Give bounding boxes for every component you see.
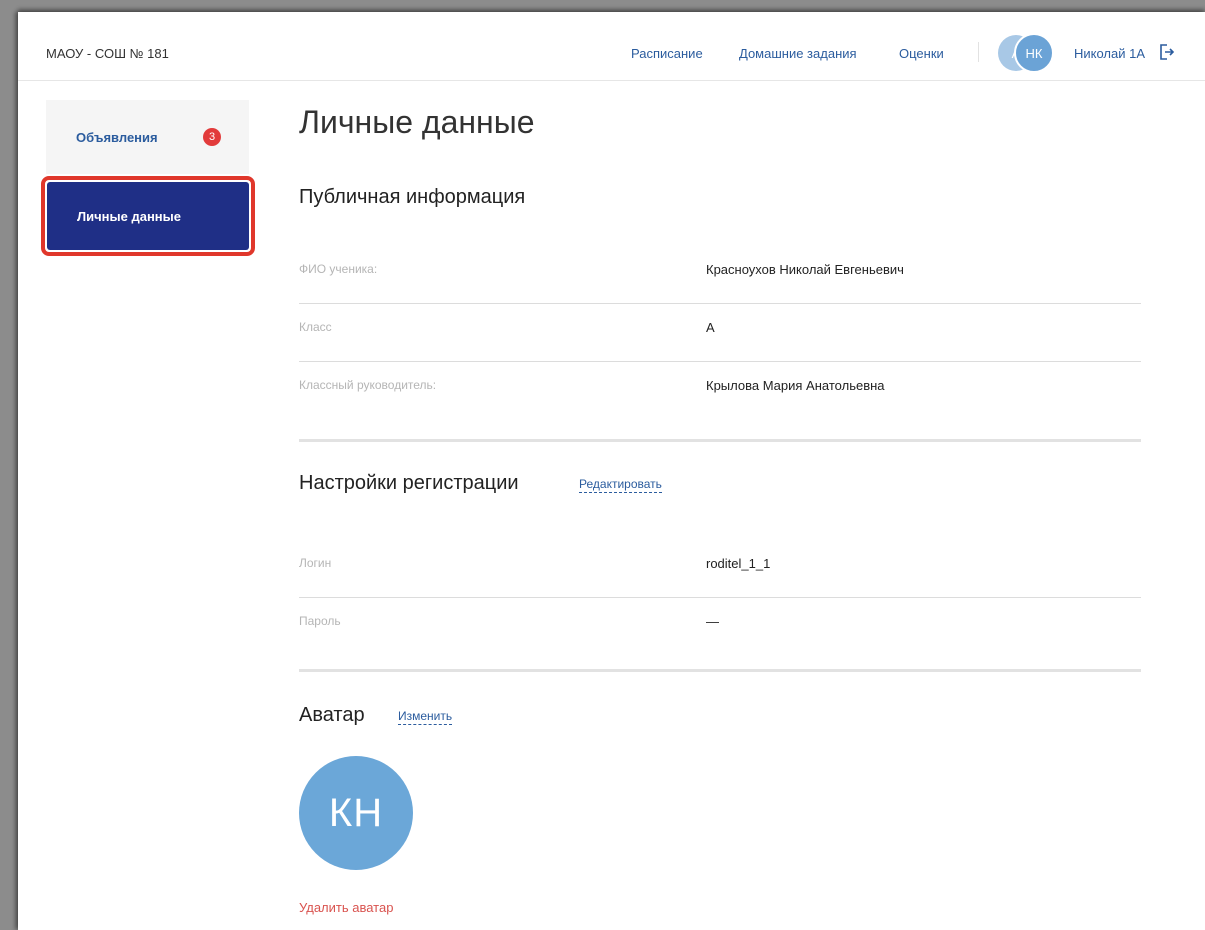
edit-registration-link[interactable]: Редактировать: [579, 477, 662, 493]
nav-homework-link[interactable]: Домашние задания: [739, 46, 857, 61]
avatar-title: Аватар: [299, 704, 365, 726]
top-header: МАОУ - СОШ № 181 Расписание Домашние зад…: [18, 12, 1205, 81]
info-row: ФИО ученика: Красноухов Николай Евгеньев…: [299, 246, 1141, 304]
info-row: Классный руководитель: Крылова Мария Ана…: [299, 362, 1141, 420]
info-row: Логин roditel_1_1: [299, 540, 1141, 598]
field-label: Логин: [299, 556, 332, 570]
field-label: Классный руководитель:: [299, 378, 437, 392]
registration-title: Настройки регистрации: [299, 472, 519, 494]
delete-avatar-link[interactable]: Удалить аватар: [299, 900, 393, 915]
avatar: КН: [299, 756, 413, 870]
info-row: Класс А: [299, 304, 1141, 362]
nav-divider: [978, 42, 979, 62]
field-value: А: [706, 320, 715, 335]
logout-icon[interactable]: [1158, 43, 1176, 61]
sidebar-item-announcements[interactable]: Объявления 3: [46, 100, 249, 174]
sidebar-item-label: Личные данные: [77, 208, 181, 224]
field-value: Красноухов Николай Евгеньевич: [706, 262, 904, 277]
field-value: roditel_1_1: [706, 556, 771, 571]
info-row: Пароль —: [299, 598, 1141, 656]
sidebar-item-label: Объявления: [76, 129, 158, 145]
nav-grades-link[interactable]: Оценки: [899, 46, 944, 61]
notification-badge: 3: [203, 128, 221, 146]
field-label: Класс: [299, 320, 332, 334]
section-divider: [299, 439, 1141, 442]
section-divider: [299, 669, 1141, 672]
public-info-title: Публичная информация: [299, 186, 526, 208]
user-avatar[interactable]: НК: [1014, 33, 1054, 73]
field-value: Крылова Мария Анатольевна: [706, 378, 885, 393]
field-value: —: [706, 614, 719, 629]
field-label: Пароль: [299, 614, 341, 628]
school-name: МАОУ - СОШ № 181: [46, 46, 169, 61]
sidebar-item-personal-data[interactable]: Личные данные: [47, 182, 249, 250]
change-avatar-link[interactable]: Изменить: [398, 709, 453, 725]
page-title: Личные данные: [299, 104, 535, 140]
field-label: ФИО ученика:: [299, 262, 378, 276]
nav-schedule-link[interactable]: Расписание: [631, 46, 703, 61]
user-name-link[interactable]: Николай 1А: [1074, 46, 1145, 61]
app-window: МАОУ - СОШ № 181 Расписание Домашние зад…: [18, 12, 1205, 930]
